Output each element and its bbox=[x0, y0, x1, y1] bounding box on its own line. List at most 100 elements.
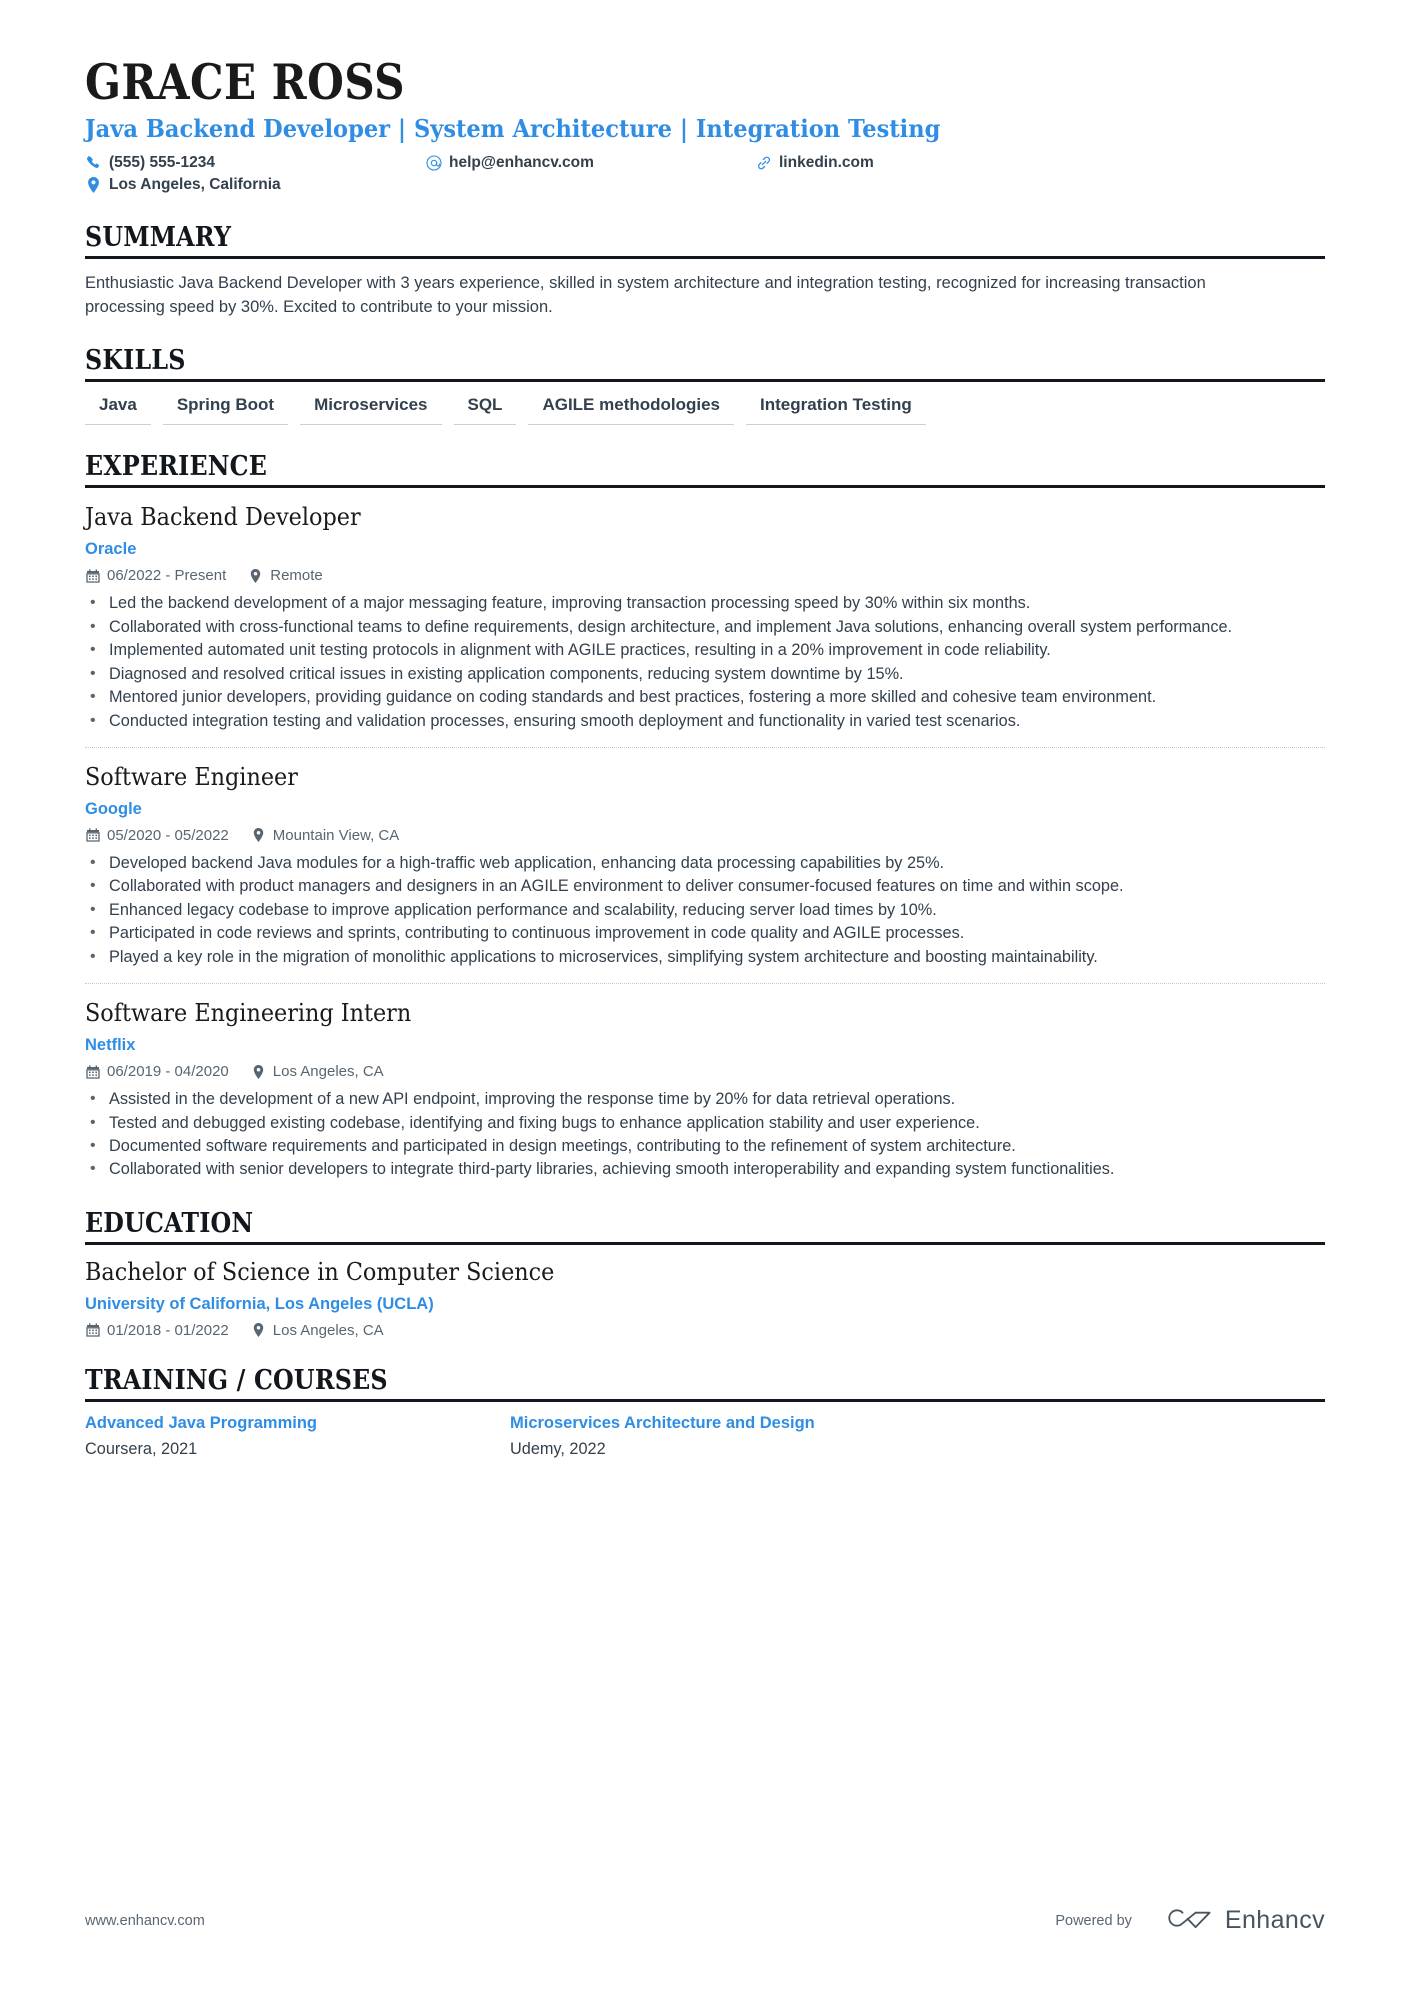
education-location: Los Angeles, CA bbox=[251, 1322, 384, 1339]
bullet-item: • Conducted integration testing and valid… bbox=[85, 710, 1325, 733]
calendar-icon bbox=[85, 1064, 100, 1079]
contact-linkedin[interactable]: linkedin.com bbox=[755, 152, 874, 174]
job-company[interactable]: Netflix bbox=[85, 1036, 1325, 1055]
education-degree: Bachelor of Science in Computer Science bbox=[85, 1257, 555, 1286]
resume-footer: www.enhancv.com Powered by Enhancv bbox=[85, 1904, 1325, 1937]
resume-page: GRACE ROSS Java Backend Developer | Syst… bbox=[0, 0, 1410, 1995]
bullet-item: • Implemented automated unit testing prot… bbox=[85, 639, 1325, 662]
section-experience: EXPERIENCE Java Backend Developer Oracle bbox=[85, 451, 1325, 1182]
contact-info: (555) 555-1234 help@enhancv.com linkedin… bbox=[85, 152, 1325, 197]
course-entry: Advanced Java Programming Coursera, 2021 bbox=[85, 1413, 510, 1459]
bullet-item: • Mentored junior developers, providing g… bbox=[85, 686, 1325, 709]
job-company[interactable]: Google bbox=[85, 800, 1325, 819]
job-location: Mountain View, CA bbox=[251, 827, 399, 844]
bullet-text: Assisted in the development of a new API… bbox=[109, 1090, 956, 1109]
skill-item: Java bbox=[85, 393, 151, 426]
bullet-dot: • bbox=[90, 1137, 96, 1154]
section-training: TRAINING / COURSES Advanced Java Program… bbox=[85, 1365, 1325, 1459]
course-name[interactable]: Advanced Java Programming bbox=[85, 1413, 480, 1434]
bullet-item: • Assisted in the development of a new AP… bbox=[85, 1088, 1325, 1111]
education-meta: 01/2018 - 01/2022 Los Angeles, CA bbox=[85, 1322, 1325, 1339]
footer-branding: Powered by Enhancv bbox=[1055, 1904, 1325, 1937]
entry-separator bbox=[85, 983, 1325, 985]
contact-location-value: Los Angeles, California bbox=[109, 176, 281, 193]
contact-phone-value: (555) 555-1234 bbox=[109, 153, 215, 171]
experience-entry: Software Engineering Intern Netflix 06/2… bbox=[85, 997, 1325, 1182]
bullet-dot: • bbox=[90, 947, 96, 965]
bullet-text: Developed backend Java modules for a hig… bbox=[109, 853, 945, 872]
job-dates: 05/2020 - 05/2022 bbox=[85, 827, 229, 844]
bullet-text: Implemented automated unit testing proto… bbox=[109, 641, 1051, 660]
education-dates: 01/2018 - 01/2022 bbox=[85, 1322, 229, 1339]
contact-phone[interactable]: (555) 555-1234 bbox=[85, 152, 425, 174]
contact-email[interactable]: help@enhancv.com bbox=[425, 152, 755, 174]
skills-list: Java Spring Boot Microservices SQL AGILE… bbox=[85, 382, 1325, 426]
bullet-item: • Documented software requirements and pa… bbox=[85, 1135, 1325, 1158]
footer-url[interactable]: www.enhancv.com bbox=[85, 1913, 205, 1929]
bullet-item: • Led the backend development of a major … bbox=[85, 592, 1325, 615]
job-title: Software Engineer bbox=[85, 763, 298, 792]
calendar-icon bbox=[85, 568, 100, 583]
bullet-dot: • bbox=[90, 688, 96, 706]
job-meta: 05/2020 - 05/2022 Mountain View, CA bbox=[85, 827, 1325, 844]
job-bullets: • Assisted in the development of a new AP… bbox=[85, 1088, 1325, 1182]
skill-item: AGILE methodologies bbox=[528, 393, 735, 426]
bullet-item: • Enhanced legacy codebase to improve app… bbox=[85, 899, 1325, 922]
section-summary: SUMMARY Enthusiastic Java Backend Develo… bbox=[85, 222, 1325, 319]
location-pin-icon bbox=[251, 1323, 266, 1338]
contact-location: Los Angeles, California bbox=[85, 174, 425, 196]
education-school[interactable]: University of California, Los Angeles (U… bbox=[85, 1295, 1325, 1314]
enhancv-infinity-icon bbox=[1158, 1904, 1212, 1937]
contact-email-value: help@enhancv.com bbox=[449, 153, 594, 171]
bullet-text: Diagnosed and resolved critical issues i… bbox=[109, 664, 904, 683]
phone-icon bbox=[85, 154, 102, 171]
bullet-text: Participated in code reviews and sprints… bbox=[109, 924, 965, 943]
experience-entry: Software Engineer Google 05/2020 - 05/20… bbox=[85, 761, 1325, 969]
course-name[interactable]: Microservices Architecture and Design bbox=[510, 1413, 905, 1434]
bullet-dot: • bbox=[90, 617, 96, 635]
skill-item: Spring Boot bbox=[162, 393, 289, 426]
location-pin-icon bbox=[251, 828, 266, 843]
contact-row-1: (555) 555-1234 help@enhancv.com linkedin… bbox=[85, 152, 1325, 174]
experience-body: Java Backend Developer Oracle 06/2022 - … bbox=[85, 488, 1325, 1182]
bullet-item: • Tested and debugged existing codebase, … bbox=[85, 1112, 1325, 1135]
location-pin-icon bbox=[251, 1064, 266, 1079]
education-dates-value: 01/2018 - 01/2022 bbox=[107, 1321, 229, 1339]
bullet-item: • Developed backend Java modules for a hi… bbox=[85, 852, 1325, 875]
powered-by-label: Powered by bbox=[1055, 1912, 1132, 1929]
bullet-item: • Played a key role in the migration of m… bbox=[85, 946, 1325, 969]
bullet-text: Enhanced legacy codebase to improve appl… bbox=[109, 900, 937, 919]
email-icon bbox=[425, 154, 442, 171]
job-location-value: Remote bbox=[270, 567, 323, 585]
job-location-value: Mountain View, CA bbox=[272, 826, 400, 844]
bullet-text: Collaborated with cross-functional teams… bbox=[109, 617, 1233, 636]
bullet-text: Collaborated with product managers and d… bbox=[109, 877, 1124, 896]
job-title: Software Engineering Intern bbox=[85, 999, 412, 1028]
bullet-text: Conducted integration testing and valida… bbox=[109, 711, 1021, 730]
job-location-value: Los Angeles, CA bbox=[272, 1063, 384, 1081]
enhancv-logo: Enhancv bbox=[1158, 1904, 1325, 1937]
entry-separator bbox=[85, 747, 1325, 749]
job-dates-value: 06/2019 - 04/2020 bbox=[107, 1063, 229, 1081]
education-entry: Bachelor of Science in Computer Science … bbox=[85, 1258, 1325, 1339]
bullet-dot: • bbox=[90, 853, 96, 871]
section-title-summary: SUMMARY bbox=[85, 222, 232, 254]
bullet-dot: • bbox=[90, 900, 96, 918]
course-entry: Microservices Architecture and Design Ud… bbox=[510, 1413, 935, 1459]
calendar-icon bbox=[85, 828, 100, 843]
summary-text: Enthusiastic Java Backend Developer with… bbox=[85, 274, 1206, 316]
bullet-dot: • bbox=[90, 1090, 96, 1108]
skill-item: Microservices bbox=[300, 393, 442, 426]
location-pin-icon bbox=[85, 177, 102, 194]
experience-entry: Java Backend Developer Oracle 06/2022 - … bbox=[85, 501, 1325, 733]
bullet-text: Collaborated with senior developers to i… bbox=[109, 1160, 1115, 1179]
section-title-training: TRAINING / COURSES bbox=[85, 1364, 388, 1396]
job-company[interactable]: Oracle bbox=[85, 540, 1325, 559]
section-skills: SKILLS Java Spring Boot Microservices SQ… bbox=[85, 345, 1325, 426]
bullet-text: Documented software requirements and par… bbox=[109, 1137, 1016, 1155]
job-meta: 06/2022 - Present Remote bbox=[85, 567, 1325, 584]
bullet-dot: • bbox=[90, 877, 96, 895]
education-body: Bachelor of Science in Computer Science … bbox=[85, 1245, 1325, 1339]
bullet-dot: • bbox=[90, 664, 96, 682]
skill-item: SQL bbox=[453, 393, 517, 426]
